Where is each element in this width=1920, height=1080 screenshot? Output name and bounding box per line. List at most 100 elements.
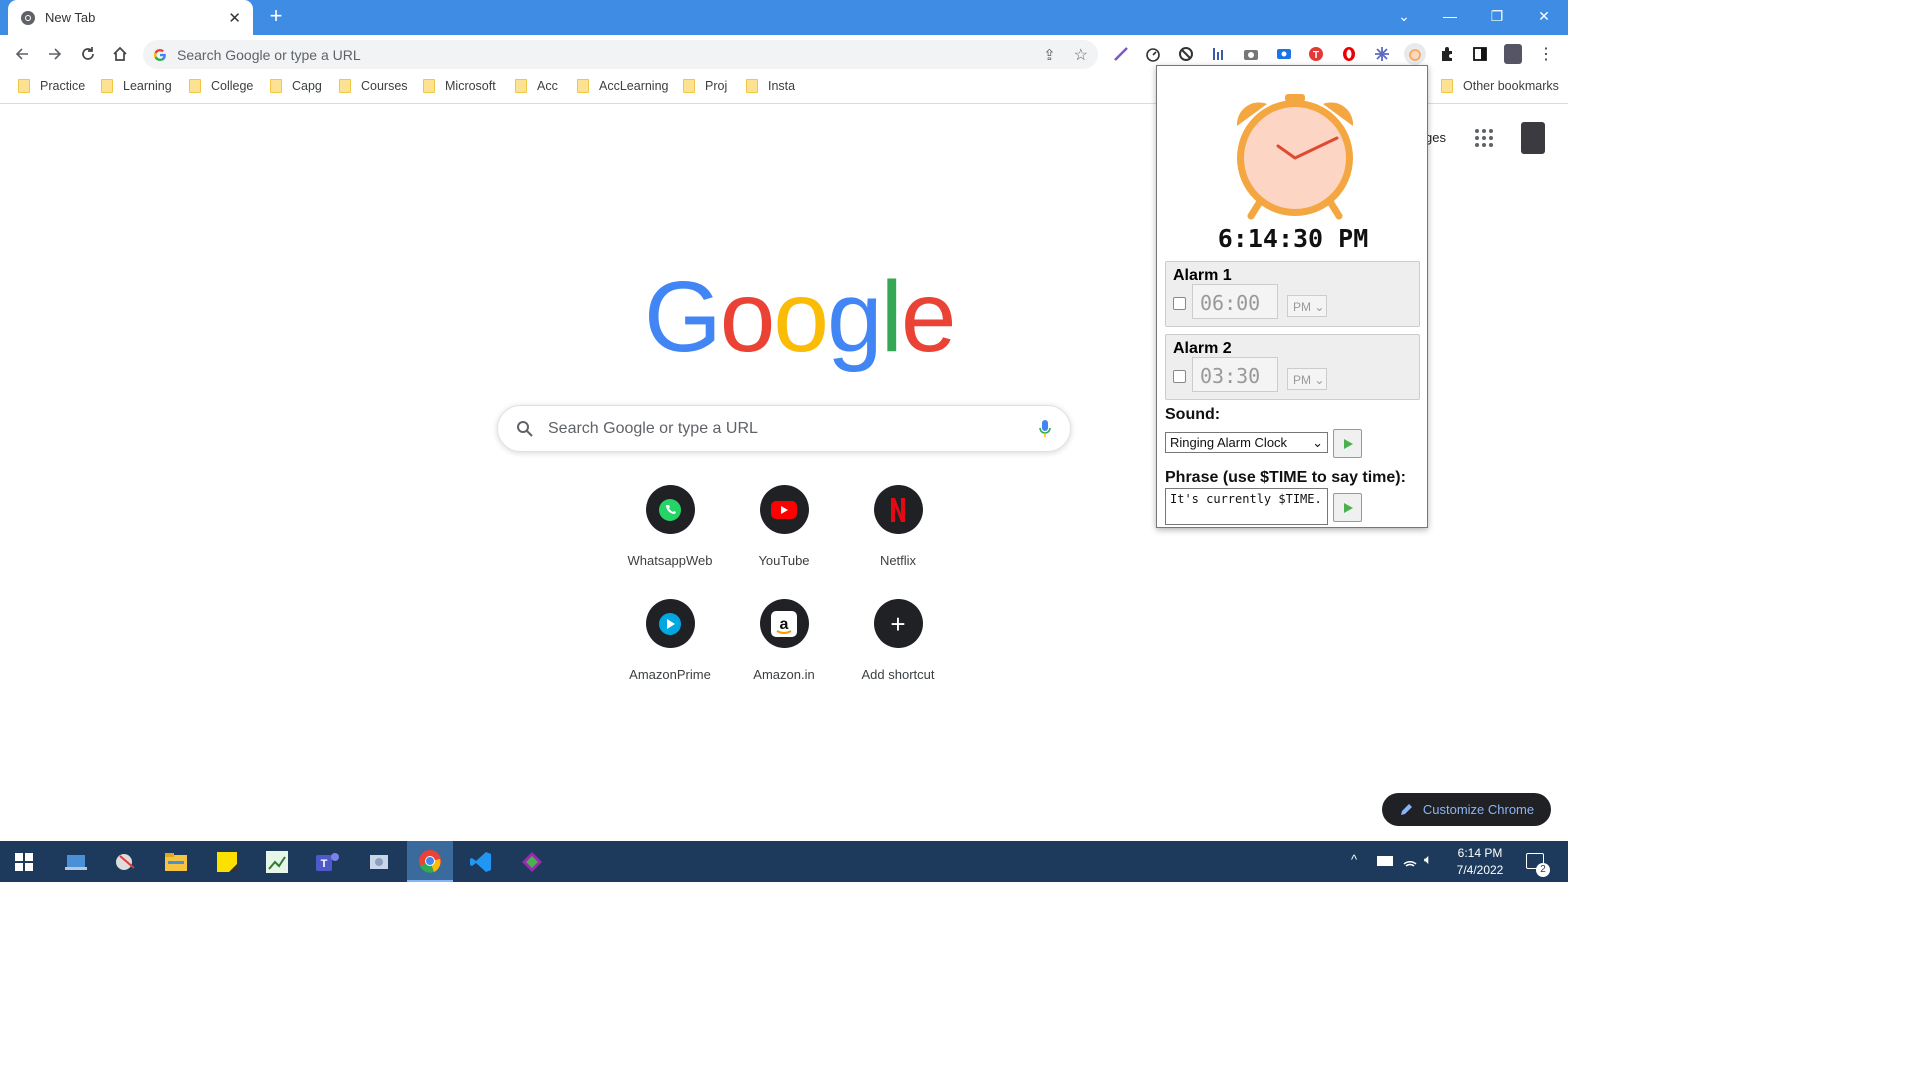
teams-icon[interactable]: T <box>309 847 347 877</box>
show-hidden-icons-chevron-icon[interactable]: ^ <box>1351 852 1357 867</box>
camera-extension-icon[interactable] <box>1241 44 1261 64</box>
bookmark-folder[interactable]: Insta <box>746 79 795 93</box>
address-bar[interactable]: Search Google or type a URL ⇪ ☆ <box>143 40 1098 69</box>
chrome-menu-icon[interactable]: ⋮ <box>1536 44 1556 64</box>
bars-extension-icon[interactable] <box>1208 44 1228 64</box>
bookmark-folder[interactable]: College <box>189 79 253 93</box>
wifi-icon[interactable] <box>1402 852 1418 873</box>
customize-chrome-button[interactable]: Customize Chrome <box>1382 793 1551 826</box>
logo-letter: o <box>719 261 776 373</box>
whatsapp-icon <box>645 485 695 534</box>
apps-grid-icon[interactable] <box>1474 128 1494 148</box>
shortcut-tile[interactable]: YouTube <box>728 485 840 595</box>
other-bookmarks-folder[interactable]: Other bookmarks <box>1441 79 1559 93</box>
extensions-puzzle-icon[interactable] <box>1437 44 1457 64</box>
file-explorer-icon[interactable] <box>157 847 195 877</box>
shortcut-tile[interactable]: WhatsappWeb <box>614 485 726 595</box>
alarm-1-time-input[interactable]: 06:00 <box>1192 284 1278 319</box>
tab-close-icon[interactable]: ✕ <box>228 9 241 27</box>
netflix-icon <box>873 485 923 534</box>
tab-search-icon[interactable]: ⌄ <box>1389 5 1419 29</box>
folder-icon <box>270 79 282 93</box>
shortcut-label: AmazonPrime <box>629 667 711 682</box>
bookmark-folder[interactable]: Courses <box>339 79 408 93</box>
sticky-notes-icon[interactable] <box>208 847 246 877</box>
bookmark-folder[interactable]: AccLearning <box>577 79 669 93</box>
paint-icon[interactable] <box>360 847 398 877</box>
sparkle-extension-icon[interactable] <box>1372 44 1392 64</box>
phrase-label: Phrase (use $TIME to say time): <box>1165 469 1406 486</box>
phrase-textarea[interactable]: It's currently $TIME. <box>1165 488 1328 525</box>
task-view-icon[interactable] <box>57 847 95 877</box>
reload-button[interactable] <box>74 40 102 68</box>
svg-text:T: T <box>1313 50 1319 61</box>
git-client-icon[interactable] <box>513 847 551 877</box>
tab-strip: New Tab ✕ + ⌄ — ❐ ✕ <box>0 0 1568 35</box>
alarm-1-ampm-select[interactable]: PM ⌄ <box>1287 295 1327 317</box>
shortcut-tile[interactable]: AmazonPrime <box>614 599 726 709</box>
volume-icon[interactable]: 🔈︎ <box>1424 851 1432 868</box>
alarm-2-time-input[interactable]: 03:30 <box>1192 357 1278 392</box>
home-button[interactable] <box>106 40 134 68</box>
play-sound-button[interactable] <box>1333 429 1362 458</box>
excel-chart-icon[interactable] <box>258 847 296 877</box>
vscode-icon[interactable] <box>462 847 500 877</box>
restore-button[interactable]: ❐ <box>1482 5 1512 29</box>
account-avatar[interactable] <box>1521 122 1545 154</box>
images-link[interactable]: ges <box>1425 130 1446 145</box>
new-tab-button[interactable]: + <box>263 5 289 29</box>
pencil-icon <box>1400 803 1412 815</box>
system-clock[interactable]: 6:14 PM 7/4/2022 <box>1445 845 1515 879</box>
share-icon[interactable]: ⇪ <box>1043 46 1056 64</box>
svg-text:T: T <box>321 858 328 870</box>
pen-extension-icon[interactable] <box>1111 44 1131 64</box>
folder-icon <box>577 79 589 93</box>
back-button[interactable] <box>8 40 36 68</box>
chrome-taskbar-icon[interactable] <box>407 841 453 882</box>
taskbar-date: 7/4/2022 <box>1456 863 1504 877</box>
alarm-2-checkbox[interactable] <box>1173 370 1186 383</box>
folder-icon <box>423 79 435 93</box>
bookmark-folder[interactable]: Proj <box>683 79 727 93</box>
folder-icon <box>683 79 695 93</box>
bookmark-folder[interactable]: Learning <box>101 79 172 93</box>
play-icon <box>1343 502 1353 513</box>
bookmark-folder[interactable]: Practice <box>18 79 85 93</box>
play-icon <box>1343 438 1353 449</box>
shortcut-tile[interactable]: a Amazon.in <box>728 599 840 709</box>
side-panel-icon[interactable] <box>1470 44 1490 64</box>
alarm-2-ampm-select[interactable]: PM ⌄ <box>1287 368 1327 390</box>
search-box[interactable]: Search Google or type a URL <box>497 405 1071 452</box>
opera-extension-icon[interactable] <box>1339 44 1359 64</box>
minimize-button[interactable]: — <box>1435 5 1465 29</box>
microphone-icon[interactable] <box>1038 419 1052 439</box>
block-extension-icon[interactable] <box>1176 44 1196 64</box>
shortcut-tile[interactable]: Netflix <box>842 485 954 595</box>
snipping-tool-icon[interactable] <box>107 847 145 877</box>
bookmark-star-icon[interactable]: ☆ <box>1074 45 1088 65</box>
profile-avatar[interactable] <box>1503 44 1523 64</box>
bookmark-folder[interactable]: Capg <box>270 79 322 93</box>
play-phrase-button[interactable] <box>1333 493 1362 522</box>
speed-extension-icon[interactable] <box>1143 44 1163 64</box>
tab-title: New Tab <box>45 10 96 25</box>
translate-extension-icon[interactable]: T <box>1306 44 1326 64</box>
bookmark-folder[interactable]: Acc <box>515 79 558 93</box>
screen-record-extension-icon[interactable] <box>1274 44 1294 64</box>
folder-icon <box>189 79 201 93</box>
tab-new-tab[interactable]: New Tab ✕ <box>8 0 253 35</box>
folder-icon <box>1441 79 1453 93</box>
home-icon <box>113 46 127 61</box>
alarm-clock-extension-icon[interactable] <box>1404 43 1426 65</box>
start-windows-icon[interactable] <box>5 847 43 877</box>
bookmark-folder[interactable]: Microsoft <box>423 79 496 93</box>
shortcut-label: Add shortcut <box>861 667 935 682</box>
alarm-1-checkbox[interactable] <box>1173 297 1186 310</box>
shortcut-tile[interactable]: + Add shortcut <box>842 599 954 709</box>
folder-icon <box>746 79 758 93</box>
close-window-button[interactable]: ✕ <box>1529 5 1559 29</box>
sound-select[interactable]: Ringing Alarm Clock ⌄ <box>1165 432 1328 453</box>
battery-icon[interactable] <box>1377 856 1393 866</box>
svg-text:a: a <box>780 616 789 633</box>
forward-button[interactable] <box>41 40 69 68</box>
